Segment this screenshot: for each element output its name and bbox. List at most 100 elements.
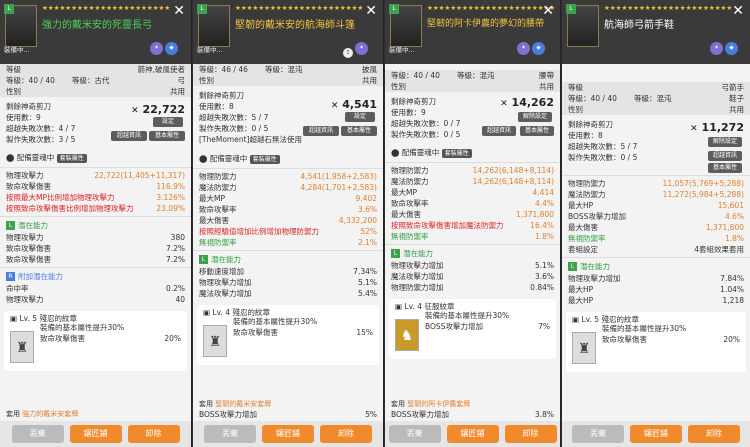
item-body: 等級 弓箭手 等級：40 / 40 等級：混沌 鞋子 性別 共用 剩餘神奇剪刀 使用數：… [562,64,750,421]
stat-label: 致命攻擊傷害 [6,255,51,264]
stat-value: 7.34% [353,267,377,276]
stat-value: 15,601 [717,201,744,210]
stat-label: 最大傷害 [391,210,421,219]
label: 性別 [391,82,406,91]
discard-button[interactable]: 丟棄 [572,425,624,443]
stat-value: 20% [723,335,740,344]
stat-label: BOSS攻擊力增加 [425,322,483,331]
close-icon[interactable]: ✕ [732,4,744,18]
value: 共用 [170,87,185,96]
close-icon[interactable]: ✕ [173,4,185,18]
value: 共用 [539,82,554,91]
transcend-info-button[interactable]: 超越資訊 [482,126,516,136]
badges: ✦ ◆ [150,42,178,55]
level-row: 等級 弓箭手 [562,82,750,93]
smith-button[interactable]: 鑲匠鋪 [446,425,499,443]
stat-label: 最大HP [568,201,594,210]
soul-icon: ⬤ [6,153,15,162]
stat-value: 4,284(1,701+2,583) [300,183,377,192]
stat-label: 無視防禦率 [199,238,237,247]
stat-row: 按照致命攻擊傷害增加魔法防禦力 16.4% [385,220,560,231]
power-number: 11,272 [701,121,744,134]
soul-row: ⬤ 配備靈魂中 套裝屬性 [193,152,383,166]
emblem-stat: BOSS攻擊力增加 7% [389,321,556,332]
label: 性別 [6,87,21,96]
soul-label: 配備靈魂中 [16,153,55,162]
smith-button[interactable]: 鑲匠鋪 [630,425,682,443]
stat-row: 魔法防禦力 11,272(5,984+5,288) [562,189,750,200]
badge-icon[interactable]: ✦ [517,42,530,55]
stat-label: 最大MP [391,188,417,197]
potential-icon: L [391,249,400,258]
stat-row: 物理防禦力增加 0.84% [385,282,560,293]
gender-row: 性別 共用 [562,104,750,115]
unequip-button[interactable]: 卸除 [320,425,372,443]
base-stats-button[interactable]: 基本屬性 [149,131,185,141]
stat-row: 物理攻擊力增加 5.1% [385,260,560,271]
base-stats-button[interactable]: 基本屬性 [708,163,742,173]
stat-row: 物理防禦力 4,541(1,958+2,583) [193,171,383,182]
close-icon[interactable]: ✕ [365,4,377,18]
unequip-button[interactable]: 卸除 [127,425,180,443]
stat-row: 物理攻擊力 22,722(11,405+11,317) [0,170,191,181]
set-attr-tag[interactable]: 套裝屬性 [249,155,280,164]
potential-header: L 潛在能力 [385,247,560,260]
stat-row: 按照致命攻擊傷害比例增加物理攻擊力 23.09% [0,203,191,214]
soul-label: 配備靈魂中 [401,148,440,157]
stat-value: 1,218 [722,296,744,305]
unequip-button[interactable]: 卸除 [504,425,557,443]
transcend-info-button[interactable]: 超越資訊 [303,126,339,136]
badge-icon[interactable]: ✦ [710,42,723,55]
unequip-button[interactable]: 卸除 [688,425,740,443]
stat-label: 最大HP [568,285,594,294]
emblem-box: ▣ Lv. 4 殘忍的紋章 ♜ 裝備的基本屬性提升30% 致命攻擊傷害 15% [197,305,379,365]
transcend-info-button[interactable]: 超越資訊 [708,151,742,161]
set-attr-tag[interactable]: 套裝屬性 [56,154,87,163]
stat-value: 20% [164,334,181,343]
emblem-desc: 裝備的基本屬性提升30% [40,323,125,332]
unset-button[interactable]: 解除設定 [518,112,552,122]
value: 腰帶 [539,71,554,80]
smith-button[interactable]: 鑲匠鋪 [262,425,314,443]
stat-row: 最大傷害 4,332,200 [193,215,383,226]
set-button[interactable]: 設定 [345,112,375,122]
discard-button[interactable]: 丟棄 [388,425,441,443]
item-card-4: L ★★★★★★★★★★★★★★★★★★★★★★ 航海師弓箭手鞋 ✕ ✦ ◆ 等級… [562,0,750,447]
emblem-desc: 裝備的基本屬性提升30% [425,311,510,320]
badge-icon[interactable]: ✦ [150,42,163,55]
discard-button[interactable]: 丟棄 [11,425,64,443]
discard-button[interactable]: 丟棄 [204,425,256,443]
badge-icon[interactable]: ✦ [355,42,368,55]
close-icon[interactable]: ✕ [542,4,554,18]
base-stats-button[interactable]: 基本屬性 [520,126,554,136]
gender-row: 性別 共用 [193,75,383,86]
badge-icon[interactable]: ◆ [532,42,545,55]
base-stats-button[interactable]: 基本屬性 [341,126,377,136]
stat-row: 魔法攻擊力增加 3.6% [385,271,560,282]
level-row: 等級 箭神,破風使者 [0,64,191,75]
transcend-info-button[interactable]: 超越資訊 [111,131,147,141]
emblem-box: ▣ Lv. 5 殘忍的紋章 ♜ 裝備的基本屬性提升30% 致命攻擊傷害 20% [566,312,746,372]
badge-icon[interactable]: ◆ [725,42,738,55]
stat-row: 物理防禦力 14,262(6,148+8,114) [385,165,560,176]
stat-value: 22,722(11,405+11,317) [94,171,185,180]
stat-row: 命中率 0.2% [0,283,191,294]
stat-label: 按照經驗值增加比例增加物理防禦力 [199,227,319,236]
soul-icon: ⬤ [199,154,208,163]
badge-icon[interactable]: ◆ [165,42,178,55]
label: 等級：混沌 [265,65,303,74]
set-attr-tag[interactable]: 套裝屬性 [441,149,472,158]
emblem-stat: 致命攻擊傷害 20% [566,334,746,345]
set-button[interactable]: 設定 [153,117,183,127]
stat-label: BOSS攻擊力增加 [199,410,257,419]
stat-value: 9,402 [355,194,377,203]
smith-button[interactable]: 鑲匠鋪 [69,425,122,443]
item-card-2: L 裝備中... ★★★★★★★★★★★★★★★★★★★★★★ 堅韌的戴米安的航… [193,0,384,447]
stat-label: BOSS攻擊力增加 [391,410,449,419]
unset-button[interactable]: 解除設定 [708,137,742,147]
stat-label: 致命攻擊率 [391,199,429,208]
item-name: 航海師弓箭手鞋 [604,20,674,31]
stats-list: 物理攻擊力 22,722(11,405+11,317) 致命攻擊傷害 116.9% … [0,170,191,214]
stat-row: 按照最大MP比例增加物理攻擊力 3.126% [0,192,191,203]
share-icon[interactable]: ⇪ [343,48,353,58]
